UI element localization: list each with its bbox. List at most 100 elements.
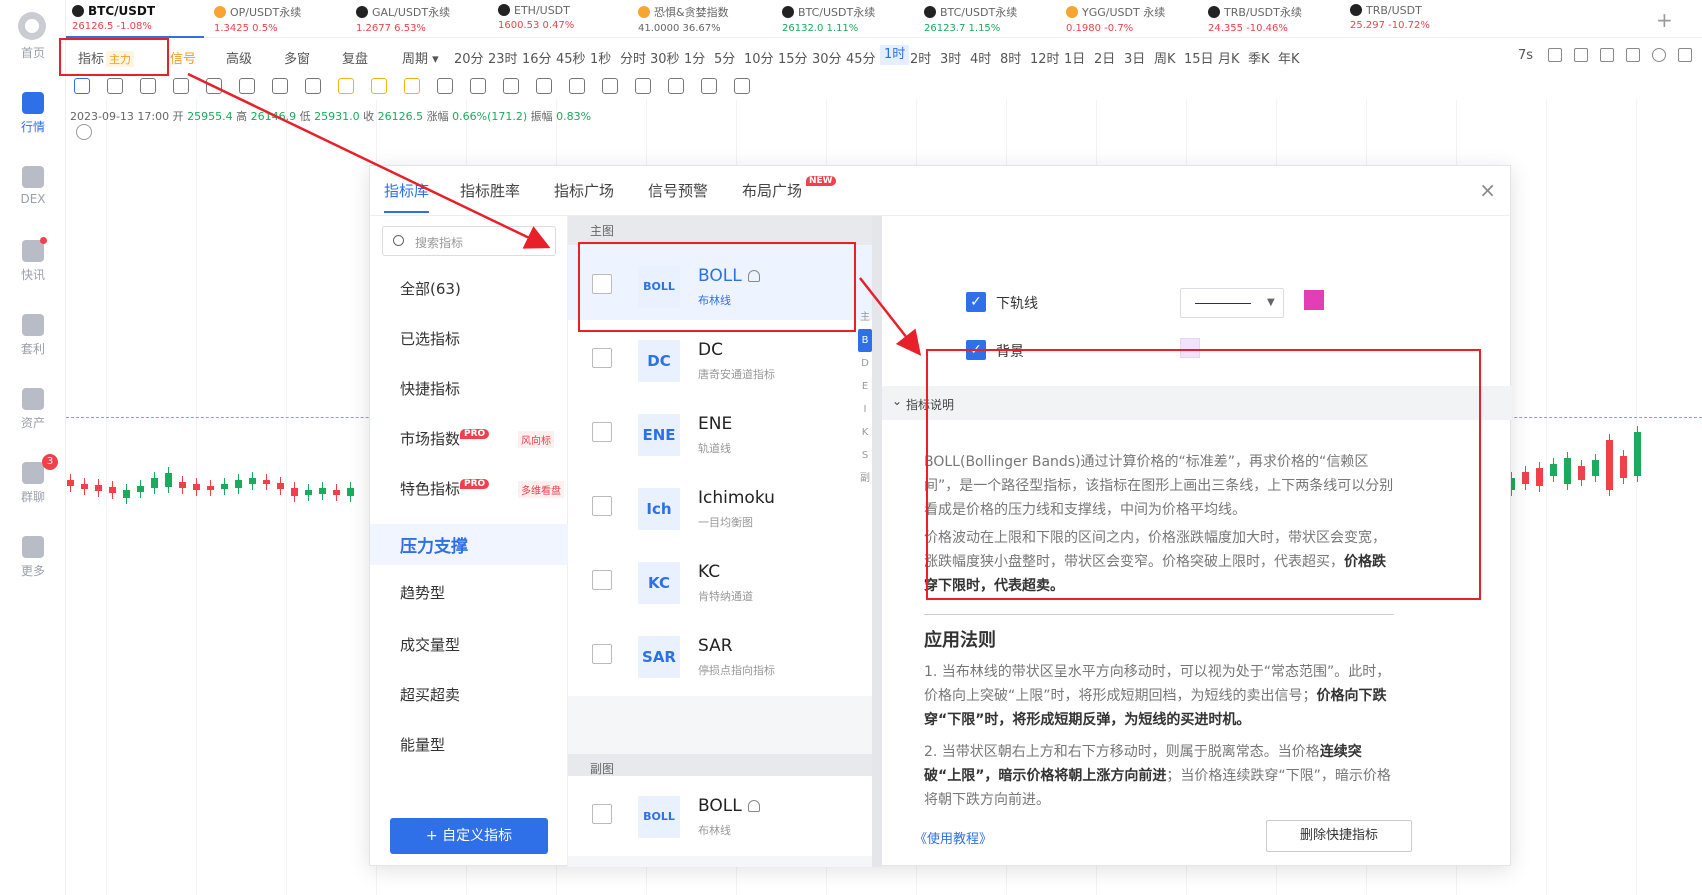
sidebar-item-news[interactable]: 快讯 (0, 237, 66, 283)
sidebar-item-dex[interactable]: DEX (0, 166, 66, 206)
replace-icon[interactable] (734, 78, 750, 94)
ticker-tab[interactable]: TRB/USDT永续 24.355 -10.46% (1202, 0, 1340, 38)
bell-icon[interactable] (747, 800, 760, 812)
period-option[interactable]: 45秒 (556, 48, 586, 67)
period-option[interactable]: 1秒 (590, 48, 611, 67)
period-option[interactable]: 1日 (1064, 48, 1085, 67)
list-scrollbar[interactable] (872, 216, 882, 867)
category-item[interactable]: 压力支撑 (370, 524, 568, 565)
alphabet-letter[interactable]: S (858, 444, 872, 467)
indicator-item[interactable]: Ich Ichimoku 一目均衡图 (568, 468, 872, 548)
indicator-checkbox[interactable] (592, 422, 612, 442)
period-option[interactable]: 30分 (812, 48, 842, 67)
channel-icon[interactable] (140, 78, 156, 94)
period-option[interactable]: 10分 (744, 48, 774, 67)
category-item[interactable]: 能量型 (400, 734, 445, 755)
tab-win-rate[interactable]: 指标胜率 (460, 180, 520, 201)
signal-button[interactable]: 信号 (170, 48, 196, 67)
indicator-checkbox[interactable] (592, 570, 612, 590)
period-option[interactable]: 3时 (940, 48, 961, 67)
pencil-icon[interactable] (437, 78, 453, 94)
ticker-tab[interactable]: ETH/USDT 1600.53 0.47% (492, 0, 630, 38)
period-option[interactable]: 季K (1248, 48, 1270, 67)
app-logo-icon[interactable] (18, 12, 46, 40)
category-item[interactable]: 快捷指标 (400, 378, 460, 399)
period-option[interactable]: 15日 (1184, 48, 1214, 67)
period-dropdown[interactable]: 周期 ▾ (402, 48, 439, 67)
ticker-tab[interactable]: BTC/USDT永续 26123.7 1.15% (918, 0, 1056, 38)
ticker-tab[interactable]: OP/USDT永续 1.3425 0.5% (208, 0, 346, 38)
alphabet-letter[interactable]: I (858, 398, 872, 421)
period-option[interactable]: 15分 (778, 48, 808, 67)
percent-icon[interactable] (404, 78, 420, 94)
fib-icon[interactable] (338, 78, 354, 94)
indicator-checkbox[interactable] (592, 804, 612, 824)
advanced-button[interactable]: 高级 (226, 48, 252, 67)
alphabet-letter[interactable]: D (858, 352, 872, 375)
ticker-tab[interactable]: BTC/USDT永续 26132.0 1.11% (776, 0, 914, 38)
period-option[interactable]: 23时 (488, 48, 518, 67)
category-item[interactable]: 市场指数 PRO (400, 428, 490, 449)
fullscreen-icon[interactable] (1678, 48, 1692, 62)
period-option[interactable]: 年K (1278, 48, 1300, 67)
replay-button[interactable]: 复盘 (342, 48, 368, 67)
alphabet-letter[interactable]: 副 (858, 467, 872, 490)
alphabet-letter[interactable]: B (858, 329, 872, 352)
brush-icon[interactable] (470, 78, 486, 94)
sidebar-item-assets[interactable]: 资产 (0, 388, 66, 431)
filter-icon[interactable] (701, 78, 717, 94)
indicator-checkbox[interactable] (592, 644, 612, 664)
period-option[interactable]: 3日 (1124, 48, 1145, 67)
camera-icon[interactable] (1548, 48, 1562, 62)
wave-icon[interactable] (239, 78, 255, 94)
parallel-lines-icon[interactable] (206, 78, 222, 94)
period-option[interactable]: 45分 (846, 48, 876, 67)
alphabet-letter[interactable]: 主 (858, 306, 872, 329)
template-icon[interactable] (1626, 48, 1640, 62)
period-option[interactable]: 20分 (454, 48, 484, 67)
sidebar-item-chat[interactable]: 3 群聊 (0, 454, 66, 505)
crosshair-icon[interactable] (74, 78, 90, 94)
measure-icon[interactable] (272, 78, 288, 94)
period-option[interactable]: 16分 (522, 48, 552, 67)
category-item[interactable]: 已选指标 (400, 328, 460, 349)
expand-chevron-icon[interactable] (76, 124, 92, 140)
indicator-item[interactable]: SAR SAR 停损点指向指标 (568, 616, 872, 696)
tutorial-link[interactable]: 《使用教程》 (914, 828, 992, 847)
period-option[interactable]: 4时 (970, 48, 991, 67)
tab-indicator-library[interactable]: 指标库 (384, 180, 430, 213)
copy-icon[interactable] (569, 78, 585, 94)
text-icon[interactable] (305, 78, 321, 94)
sidebar-item-more[interactable]: 更多 (0, 536, 66, 579)
draw-icon[interactable] (1574, 48, 1588, 62)
rectangle-icon[interactable] (173, 78, 189, 94)
period-option[interactable]: 2时 (910, 48, 931, 67)
alphabet-letter[interactable]: E (858, 375, 872, 398)
indicator-checkbox[interactable] (592, 348, 612, 368)
magnet-icon[interactable] (668, 78, 684, 94)
period-option[interactable]: 30秒 (650, 48, 680, 67)
period-option[interactable]: 2日 (1094, 48, 1115, 67)
trend-line-icon[interactable] (107, 78, 123, 94)
category-item[interactable]: 超买超卖 (400, 684, 460, 705)
period-option[interactable]: 周K (1154, 48, 1176, 67)
period-option[interactable]: 月K (1218, 48, 1240, 67)
period-option[interactable]: 5分 (714, 48, 735, 67)
category-item[interactable]: 成交量型 (400, 634, 460, 655)
sidebar-item-arbitrage[interactable]: 套利 (0, 314, 66, 357)
custom-indicator-button[interactable]: + 自定义指标 (390, 818, 548, 854)
sidebar-item-market[interactable]: 行情 (0, 92, 66, 135)
period-option[interactable]: 8时 (1000, 48, 1021, 67)
indicator-item[interactable]: ENE ENE 轨道线 (568, 394, 872, 474)
ticker-tab[interactable]: TRB/USDT 25.297 -10.72% (1344, 0, 1482, 38)
category-item[interactable]: 趋势型 (400, 582, 445, 603)
tab-indicator-plaza[interactable]: 指标广场 (554, 180, 614, 201)
category-item[interactable]: 全部(63) (400, 278, 461, 299)
ticker-tab[interactable]: YGG/USDT 永续 0.1980 -0.7% (1060, 0, 1198, 38)
line-style-select[interactable]: ▼ (1180, 288, 1284, 318)
fib-time-icon[interactable] (371, 78, 387, 94)
alphabet-letter[interactable]: K (858, 421, 872, 444)
ticker-tab[interactable]: GAL/USDT永续 1.2677 6.53% (350, 0, 488, 38)
delete-quick-indicator-button[interactable]: 删除快捷指标 (1266, 820, 1412, 852)
tab-layout-plaza[interactable]: 布局广场 (742, 180, 802, 201)
